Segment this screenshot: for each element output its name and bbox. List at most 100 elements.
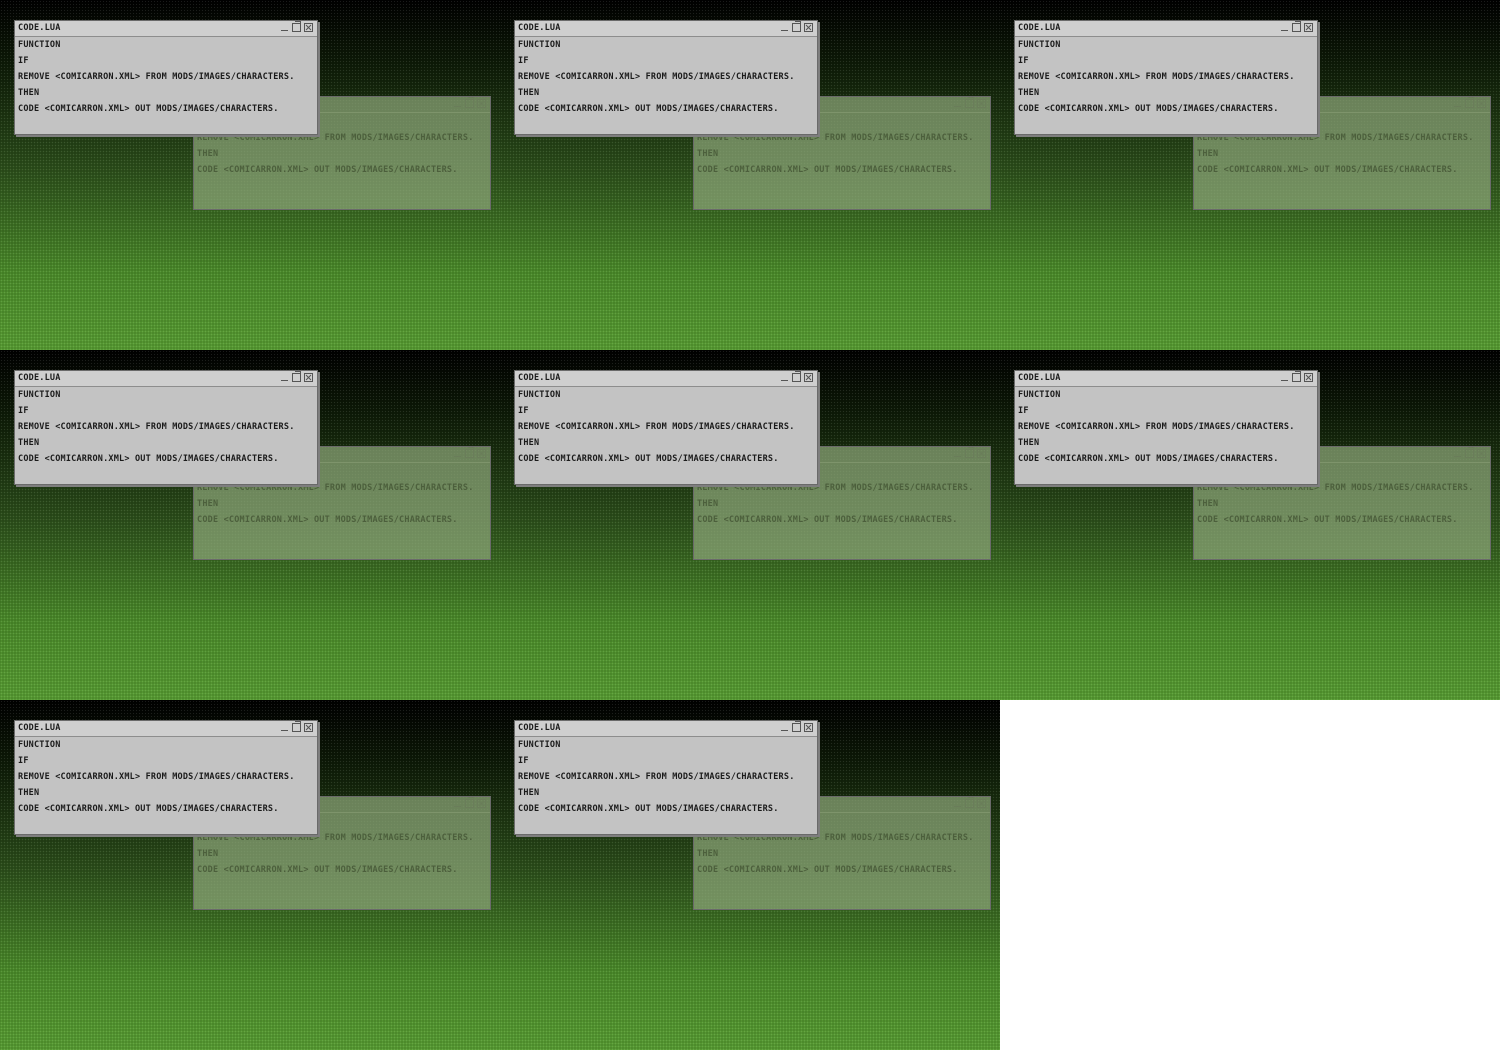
maximize-icon[interactable] (292, 371, 301, 382)
maximize-icon[interactable] (965, 797, 974, 808)
minimize-icon[interactable] (780, 723, 789, 732)
minimize-icon[interactable] (780, 373, 789, 382)
close-icon[interactable] (977, 449, 986, 458)
code-window[interactable]: CODE.LUA FUNCTION IF REMOVE <COMICARRON.… (1014, 20, 1318, 135)
close-icon[interactable] (977, 99, 986, 108)
minimize-icon[interactable] (1453, 449, 1462, 458)
minimize-icon[interactable] (1280, 23, 1289, 32)
window-titlebar[interactable]: CODE.LUA (515, 721, 817, 737)
minimize-icon[interactable] (953, 799, 962, 808)
maximize-icon[interactable] (465, 447, 474, 458)
close-icon[interactable] (804, 23, 813, 32)
maximize-icon[interactable] (465, 97, 474, 108)
close-icon[interactable] (477, 99, 486, 108)
desktop-tile: IF REMOVE <COMICARRON.XML> FROM MODS/IMA… (0, 0, 500, 350)
window-title: CODE.LUA (1018, 23, 1061, 33)
minimize-icon[interactable] (953, 449, 962, 458)
code-body: FUNCTION IF REMOVE <COMICARRON.XML> FROM… (515, 387, 817, 467)
minimize-icon[interactable] (280, 723, 289, 732)
minimize-icon[interactable] (280, 373, 289, 382)
window-titlebar[interactable]: CODE.LUA (515, 21, 817, 37)
code-line: CODE <COMICARRON.XML> OUT MODS/IMAGES/CH… (1018, 454, 1279, 464)
window-controls (780, 21, 813, 32)
minimize-icon[interactable] (453, 799, 462, 808)
code-line: REMOVE <COMICARRON.XML> FROM MODS/IMAGES… (1018, 422, 1295, 432)
minimize-icon[interactable] (280, 23, 289, 32)
minimize-icon[interactable] (1280, 373, 1289, 382)
maximize-icon[interactable] (965, 447, 974, 458)
maximize-icon[interactable] (965, 97, 974, 108)
maximize-icon[interactable] (792, 721, 801, 732)
maximize-icon[interactable] (292, 21, 301, 32)
window-controls (280, 371, 313, 382)
close-icon[interactable] (804, 723, 813, 732)
window-controls (453, 797, 486, 808)
window-controls (1453, 447, 1486, 458)
window-titlebar[interactable]: CODE.LUA (515, 371, 817, 387)
code-line: REMOVE <COMICARRON.XML> FROM MODS/IMAGES… (18, 422, 295, 432)
minimize-icon[interactable] (780, 23, 789, 32)
minimize-icon[interactable] (1453, 99, 1462, 108)
code-window[interactable]: CODE.LUA FUNCTION IF REMOVE <COMICARRON.… (514, 370, 818, 485)
window-controls (1453, 97, 1486, 108)
screenshot-grid: IF REMOVE <COMICARRON.XML> FROM MODS/IMA… (0, 0, 1500, 1050)
code-line: IF (518, 756, 529, 766)
code-line: REMOVE <COMICARRON.XML> FROM MODS/IMAGES… (518, 72, 795, 82)
code-line: FUNCTION (18, 40, 61, 50)
window-controls (453, 97, 486, 108)
maximize-icon[interactable] (792, 371, 801, 382)
window-titlebar[interactable]: CODE.LUA (1015, 371, 1317, 387)
close-icon[interactable] (304, 23, 313, 32)
code-window[interactable]: CODE.LUA FUNCTION IF REMOVE <COMICARRON.… (514, 720, 818, 835)
code-line: CODE <COMICARRON.XML> OUT MODS/IMAGES/CH… (697, 515, 958, 525)
code-line: IF (518, 56, 529, 66)
code-line: CODE <COMICARRON.XML> OUT MODS/IMAGES/CH… (197, 515, 458, 525)
code-line: CODE <COMICARRON.XML> OUT MODS/IMAGES/CH… (518, 804, 779, 814)
close-icon[interactable] (1304, 373, 1313, 382)
maximize-icon[interactable] (292, 721, 301, 732)
code-window[interactable]: CODE.LUA FUNCTION IF REMOVE <COMICARRON.… (14, 20, 318, 135)
code-body: FUNCTION IF REMOVE <COMICARRON.XML> FROM… (15, 37, 317, 117)
minimize-icon[interactable] (453, 99, 462, 108)
close-icon[interactable] (477, 799, 486, 808)
code-window[interactable]: CODE.LUA FUNCTION IF REMOVE <COMICARRON.… (514, 20, 818, 135)
code-line: THEN (18, 788, 40, 798)
code-line: THEN (518, 788, 540, 798)
window-titlebar[interactable]: CODE.LUA (1015, 21, 1317, 37)
maximize-icon[interactable] (465, 797, 474, 808)
close-icon[interactable] (977, 799, 986, 808)
close-icon[interactable] (477, 449, 486, 458)
window-titlebar[interactable]: CODE.LUA (15, 21, 317, 37)
window-title: CODE.LUA (518, 373, 561, 383)
code-window[interactable]: CODE.LUA FUNCTION IF REMOVE <COMICARRON.… (14, 370, 318, 485)
code-body: FUNCTION IF REMOVE <COMICARRON.XML> FROM… (15, 387, 317, 467)
code-line: FUNCTION (1018, 390, 1061, 400)
window-title: CODE.LUA (18, 723, 61, 733)
code-line: CODE <COMICARRON.XML> OUT MODS/IMAGES/CH… (1197, 165, 1458, 175)
maximize-icon[interactable] (1465, 447, 1474, 458)
minimize-icon[interactable] (953, 99, 962, 108)
code-line: THEN (197, 849, 219, 859)
maximize-icon[interactable] (1292, 21, 1301, 32)
close-icon[interactable] (304, 723, 313, 732)
desktop-tile: IF REMOVE <COMICARRON.XML> FROM MODS/IMA… (500, 350, 1000, 700)
window-titlebar[interactable]: CODE.LUA (15, 721, 317, 737)
close-icon[interactable] (304, 373, 313, 382)
close-icon[interactable] (1477, 99, 1486, 108)
maximize-icon[interactable] (792, 21, 801, 32)
window-titlebar[interactable]: CODE.LUA (15, 371, 317, 387)
maximize-icon[interactable] (1465, 97, 1474, 108)
code-line: CODE <COMICARRON.XML> OUT MODS/IMAGES/CH… (197, 865, 458, 875)
code-window[interactable]: CODE.LUA FUNCTION IF REMOVE <COMICARRON.… (1014, 370, 1318, 485)
code-line: REMOVE <COMICARRON.XML> FROM MODS/IMAGES… (518, 772, 795, 782)
minimize-icon[interactable] (453, 449, 462, 458)
close-icon[interactable] (804, 373, 813, 382)
close-icon[interactable] (1304, 23, 1313, 32)
code-window[interactable]: CODE.LUA FUNCTION IF REMOVE <COMICARRON.… (14, 720, 318, 835)
maximize-icon[interactable] (1292, 371, 1301, 382)
window-controls (1280, 21, 1313, 32)
code-body: FUNCTION IF REMOVE <COMICARRON.XML> FROM… (1015, 37, 1317, 117)
close-icon[interactable] (1477, 449, 1486, 458)
desktop-tile: IF REMOVE <COMICARRON.XML> FROM MODS/IMA… (0, 350, 500, 700)
code-line: IF (1018, 406, 1029, 416)
